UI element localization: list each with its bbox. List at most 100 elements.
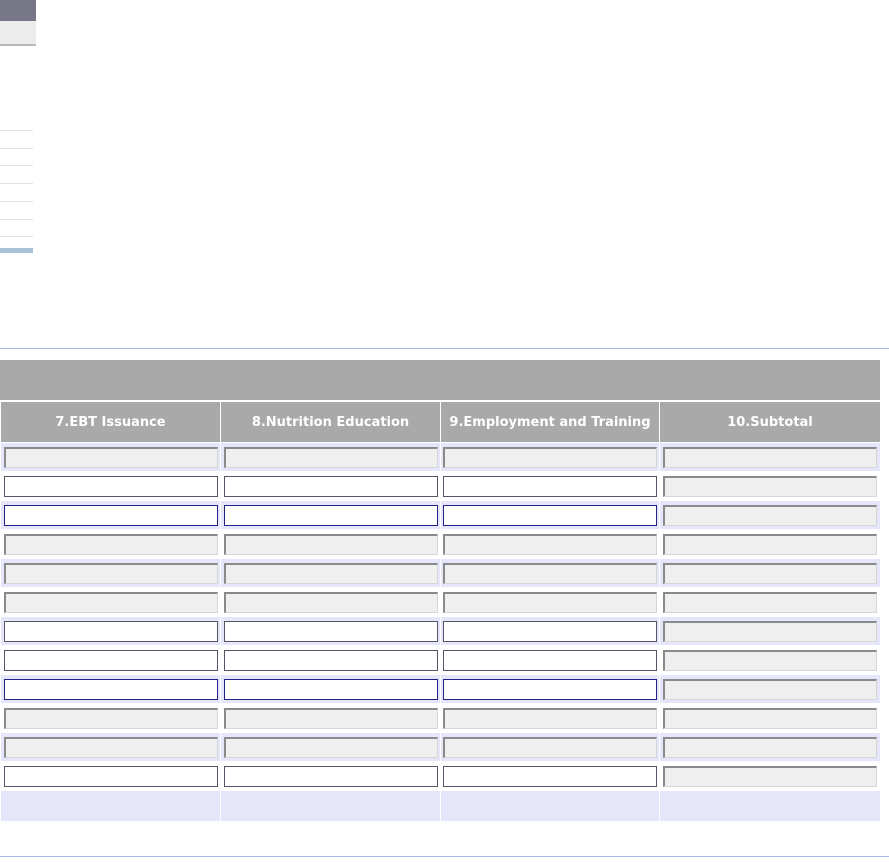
cell-nutrition-education [220,616,441,646]
table-row [0,645,881,675]
employment-training-input[interactable] [443,475,657,497]
footer-cell [659,790,881,822]
ebt-issuance-input[interactable] [3,446,218,468]
table-row [0,471,881,501]
cell-subtotal [659,761,881,791]
cell-employment-training [440,587,660,617]
subtotal-input[interactable] [663,562,877,584]
employment-training-input[interactable] [443,678,657,700]
table-row [0,761,881,791]
nutrition-education-input[interactable] [223,736,438,758]
cell-subtotal [659,645,881,675]
subtotal-input[interactable] [663,446,877,468]
sidebar-divider [0,148,33,149]
nutrition-education-input[interactable] [223,504,438,526]
employment-training-input[interactable] [443,591,657,613]
cell-nutrition-education [220,500,441,530]
table-row [0,732,881,762]
sidebar-divider [0,219,33,220]
nutrition-education-input[interactable] [223,620,438,642]
subtotal-input[interactable] [663,765,877,787]
nutrition-education-input[interactable] [223,707,438,729]
employment-training-input[interactable] [443,765,657,787]
ebt-issuance-input[interactable] [3,649,218,671]
section-divider [0,856,889,857]
cell-nutrition-education [220,471,441,501]
cell-employment-training [440,761,660,791]
cell-subtotal [659,500,881,530]
cell-subtotal [659,442,881,472]
employment-training-input[interactable] [443,533,657,555]
cell-employment-training [440,529,660,559]
table-row [0,587,881,617]
nutrition-education-input[interactable] [223,678,438,700]
cell-employment-training [440,442,660,472]
footer-row [0,790,881,822]
employment-training-input[interactable] [443,649,657,671]
cell-employment-training [440,732,660,762]
subtotal-input[interactable] [663,649,877,671]
cell-subtotal [659,529,881,559]
ebt-issuance-input[interactable] [3,533,218,555]
subtotal-input[interactable] [663,736,877,758]
employment-training-input[interactable] [443,707,657,729]
cell-nutrition-education [220,558,441,588]
col-header-subtotal: 10.Subtotal [659,401,881,443]
cell-employment-training [440,645,660,675]
cost-table: 7.EBT Issuance 8.Nutrition Education 9.E… [0,401,881,822]
ebt-issuance-input[interactable] [3,736,218,758]
nutrition-education-input[interactable] [223,446,438,468]
table-row [0,529,881,559]
nutrition-education-input[interactable] [223,591,438,613]
subtotal-input[interactable] [663,707,877,729]
subtotal-input[interactable] [663,591,877,613]
nutrition-education-input[interactable] [223,475,438,497]
sidebar-divider [0,236,33,237]
cell-ebt-issuance [0,703,221,733]
col-header-employment-training: 9.Employment and Training [440,401,660,443]
cell-employment-training [440,558,660,588]
cell-subtotal [659,558,881,588]
cell-nutrition-education [220,761,441,791]
cell-subtotal [659,674,881,704]
cell-nutrition-education [220,587,441,617]
cell-ebt-issuance [0,500,221,530]
cell-subtotal [659,703,881,733]
table-row [0,703,881,733]
subtotal-input[interactable] [663,504,877,526]
nutrition-education-input[interactable] [223,562,438,584]
nutrition-education-input[interactable] [223,533,438,555]
cell-employment-training [440,703,660,733]
nutrition-education-input[interactable] [223,649,438,671]
ebt-issuance-input[interactable] [3,765,218,787]
sidebar-scroll-fragment [0,248,33,253]
col-header-ebt-issuance: 7.EBT Issuance [0,401,221,443]
employment-training-input[interactable] [443,620,657,642]
table-row [0,442,881,472]
cell-nutrition-education [220,732,441,762]
employment-training-input[interactable] [443,446,657,468]
ebt-issuance-input[interactable] [3,475,218,497]
col-header-nutrition-education: 8.Nutrition Education [220,401,441,443]
sidebar-tab-fragment[interactable] [0,21,36,46]
subtotal-input[interactable] [663,678,877,700]
nutrition-education-input[interactable] [223,765,438,787]
ebt-issuance-input[interactable] [3,707,218,729]
cell-nutrition-education [220,442,441,472]
subtotal-input[interactable] [663,475,877,497]
cell-ebt-issuance [0,558,221,588]
table-row [0,500,881,530]
employment-training-input[interactable] [443,504,657,526]
ebt-issuance-input[interactable] [3,591,218,613]
footer-cell [0,790,221,822]
ebt-issuance-input[interactable] [3,678,218,700]
ebt-issuance-input[interactable] [3,504,218,526]
cell-nutrition-education [220,529,441,559]
employment-training-input[interactable] [443,562,657,584]
employment-training-input[interactable] [443,736,657,758]
cell-subtotal [659,732,881,762]
ebt-issuance-input[interactable] [3,562,218,584]
ebt-issuance-input[interactable] [3,620,218,642]
subtotal-input[interactable] [663,533,877,555]
subtotal-input[interactable] [663,620,877,642]
